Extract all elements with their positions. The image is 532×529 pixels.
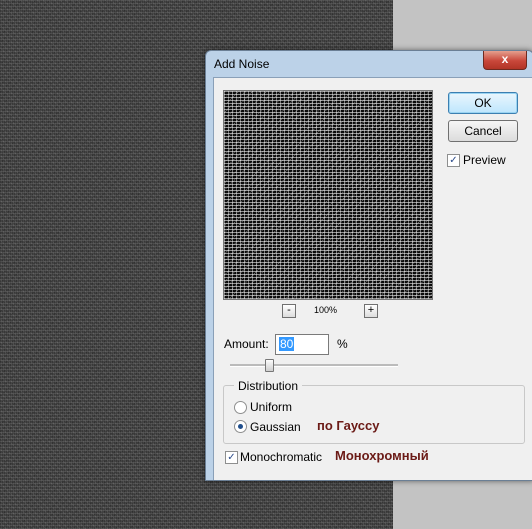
add-noise-dialog: Add Noise x - 100% + OK Cancel ✓ Preview… [205,50,532,481]
amount-slider-thumb[interactable] [265,359,274,372]
gaussian-label: Gaussian [250,420,301,434]
distribution-group [223,385,525,444]
uniform-radio[interactable] [234,401,247,414]
cancel-button[interactable]: Cancel [448,120,518,142]
amount-slider-track[interactable] [230,364,398,367]
dialog-titlebar[interactable]: Add Noise x [206,51,532,77]
zoom-out-button[interactable]: - [282,304,296,318]
monochromatic-label: Monochromatic [240,450,323,464]
preview-checkbox[interactable]: ✓ [447,154,460,167]
close-button[interactable]: x [483,51,527,70]
noise-preview[interactable] [223,90,433,300]
distribution-legend: Distribution [234,379,303,393]
amount-value: 80 [279,337,295,351]
ok-button[interactable]: OK [448,92,518,114]
gaussian-annotation: по Гауссу [317,418,380,433]
amount-unit-label: % [337,337,348,351]
monochromatic-checkbox[interactable]: ✓ [225,451,238,464]
monochromatic-annotation: Монохромный [335,448,429,463]
amount-input[interactable]: 80 [275,334,329,355]
dialog-client-area: - 100% + OK Cancel ✓ Preview Amount: 80 … [213,77,532,480]
preview-label: Preview [463,153,506,167]
uniform-label: Uniform [250,400,293,414]
zoom-level-label: 100% [314,305,338,315]
zoom-in-button[interactable]: + [364,304,378,318]
amount-label: Amount: [224,337,269,351]
noise-preview-image [224,91,432,299]
dialog-title: Add Noise [214,57,270,71]
gaussian-radio[interactable] [234,420,247,433]
